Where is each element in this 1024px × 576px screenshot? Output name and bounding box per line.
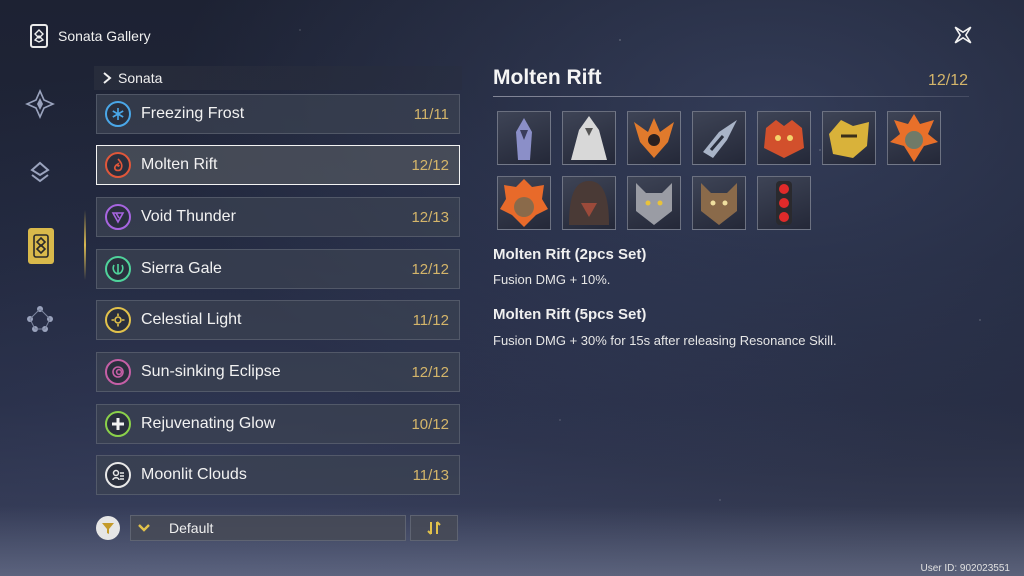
set-bonus-description: Fusion DMG + 30% for 15s after releasing… — [493, 333, 837, 348]
list-item-count: 11/12 — [412, 311, 449, 329]
close-icon — [954, 26, 972, 44]
list-item-label: Sierra Gale — [141, 260, 222, 277]
echo-slot[interactable] — [822, 111, 876, 165]
list-item-freezing-frost[interactable]: Freezing Frost 11/11 — [96, 94, 460, 134]
layers-icon — [30, 161, 50, 183]
sidebar-item-sonata[interactable] — [28, 228, 54, 264]
page-header: Sonata Gallery — [30, 24, 151, 48]
list-item-label: Rejuvenating Glow — [141, 415, 276, 432]
list-item-void-thunder[interactable]: Void Thunder 12/13 — [96, 197, 460, 237]
chevron-right-icon — [103, 72, 112, 84]
list-item-celestial-light[interactable]: Celestial Light 11/12 — [96, 300, 460, 340]
sort-order-button[interactable] — [410, 515, 458, 541]
echo-slot[interactable] — [562, 111, 616, 165]
echo-red-lantern-icon — [776, 181, 792, 225]
echo-slot[interactable] — [692, 176, 746, 230]
eclipse-icon — [105, 359, 131, 385]
list-item-label: Moonlit Clouds — [141, 466, 247, 483]
list-item-label: Sun-sinking Eclipse — [141, 363, 281, 380]
chevron-down-icon — [131, 516, 157, 540]
echo-red-crab-icon — [764, 120, 804, 158]
echo-gold-beast-icon — [829, 120, 869, 158]
sort-dropdown[interactable]: Default — [130, 515, 406, 541]
echo-slot[interactable] — [692, 111, 746, 165]
detail-divider — [493, 96, 969, 97]
thunder-icon — [105, 204, 131, 230]
detail-title: Molten Rift — [493, 66, 602, 89]
filter-icon — [102, 523, 114, 534]
list-item-count: 12/12 — [411, 363, 449, 381]
echo-brown-wolf-icon — [701, 183, 737, 225]
echo-flame-bird-icon — [634, 118, 674, 158]
sort-order-icon — [427, 521, 441, 535]
sonata-logo-icon — [30, 24, 48, 48]
echo-slot[interactable] — [627, 176, 681, 230]
echo-slot[interactable] — [627, 111, 681, 165]
sidebar-item-compass[interactable] — [22, 86, 58, 122]
echo-slot[interactable] — [757, 176, 811, 230]
echo-purple-figure-icon — [516, 118, 532, 160]
list-header-label: Sonata — [118, 70, 163, 86]
detail-count: 12/12 — [927, 72, 968, 89]
list-item-moonlit-clouds[interactable]: Moonlit Clouds 11/13 — [96, 455, 460, 495]
filter-button[interactable] — [96, 516, 120, 540]
wind-icon — [105, 256, 131, 282]
active-indicator-line — [84, 210, 86, 280]
network-nodes-icon — [27, 306, 53, 332]
user-id: User ID: 902023551 — [920, 563, 1010, 574]
set-bonus-title: Molten Rift (2pcs Set) — [493, 246, 647, 263]
list-item-sun-sinking-eclipse[interactable]: Sun-sinking Eclipse 12/12 — [96, 352, 460, 392]
echo-slot[interactable] — [497, 111, 551, 165]
page-title: Sonata Gallery — [58, 28, 151, 44]
echo-slot[interactable] — [887, 111, 941, 165]
echo-slot[interactable] — [757, 111, 811, 165]
snowflake-icon — [105, 101, 131, 127]
sort-dropdown-value: Default — [169, 520, 214, 536]
sidebar-item-network[interactable] — [22, 300, 58, 336]
echo-slot[interactable] — [497, 176, 551, 230]
plus-icon — [105, 411, 131, 437]
list-item-label: Void Thunder — [141, 208, 236, 225]
sidebar-item-layers[interactable] — [22, 156, 58, 192]
list-item-sierra-gale[interactable]: Sierra Gale 12/12 — [96, 249, 460, 289]
list-item-count: 10/12 — [411, 415, 449, 433]
list-item-count: 11/11 — [413, 105, 449, 123]
close-button[interactable] — [948, 20, 978, 50]
list-item-label: Freezing Frost — [141, 105, 245, 122]
flame-icon — [105, 152, 131, 178]
list-item-count: 12/12 — [411, 156, 449, 174]
list-item-molten-rift[interactable]: Molten Rift 12/12 — [96, 145, 460, 185]
set-bonus-title: Molten Rift (5pcs Set) — [493, 306, 647, 323]
echo-flame-lion-icon — [890, 114, 938, 162]
list-item-rejuvenating-glow[interactable]: Rejuvenating Glow 10/12 — [96, 404, 460, 444]
echo-dark-bird-icon — [703, 120, 737, 158]
moon-cloud-icon — [105, 462, 131, 488]
echo-white-figure-icon — [571, 116, 607, 160]
list-item-count: 11/13 — [412, 466, 449, 484]
compass-star-icon — [25, 89, 55, 119]
sun-icon — [105, 307, 131, 333]
sonata-card-icon — [33, 234, 49, 258]
list-item-count: 12/13 — [411, 208, 449, 226]
list-header: Sonata — [94, 66, 462, 90]
echo-flame-mane-icon — [500, 179, 548, 227]
list-item-label: Molten Rift — [141, 156, 218, 173]
set-bonus-description: Fusion DMG + 10%. — [493, 272, 611, 287]
echo-slot[interactable] — [562, 176, 616, 230]
list-item-count: 12/12 — [411, 260, 449, 278]
echo-hooded-figure-icon — [569, 181, 609, 225]
list-item-label: Celestial Light — [141, 311, 242, 328]
echo-grey-wolf-icon — [636, 183, 672, 225]
